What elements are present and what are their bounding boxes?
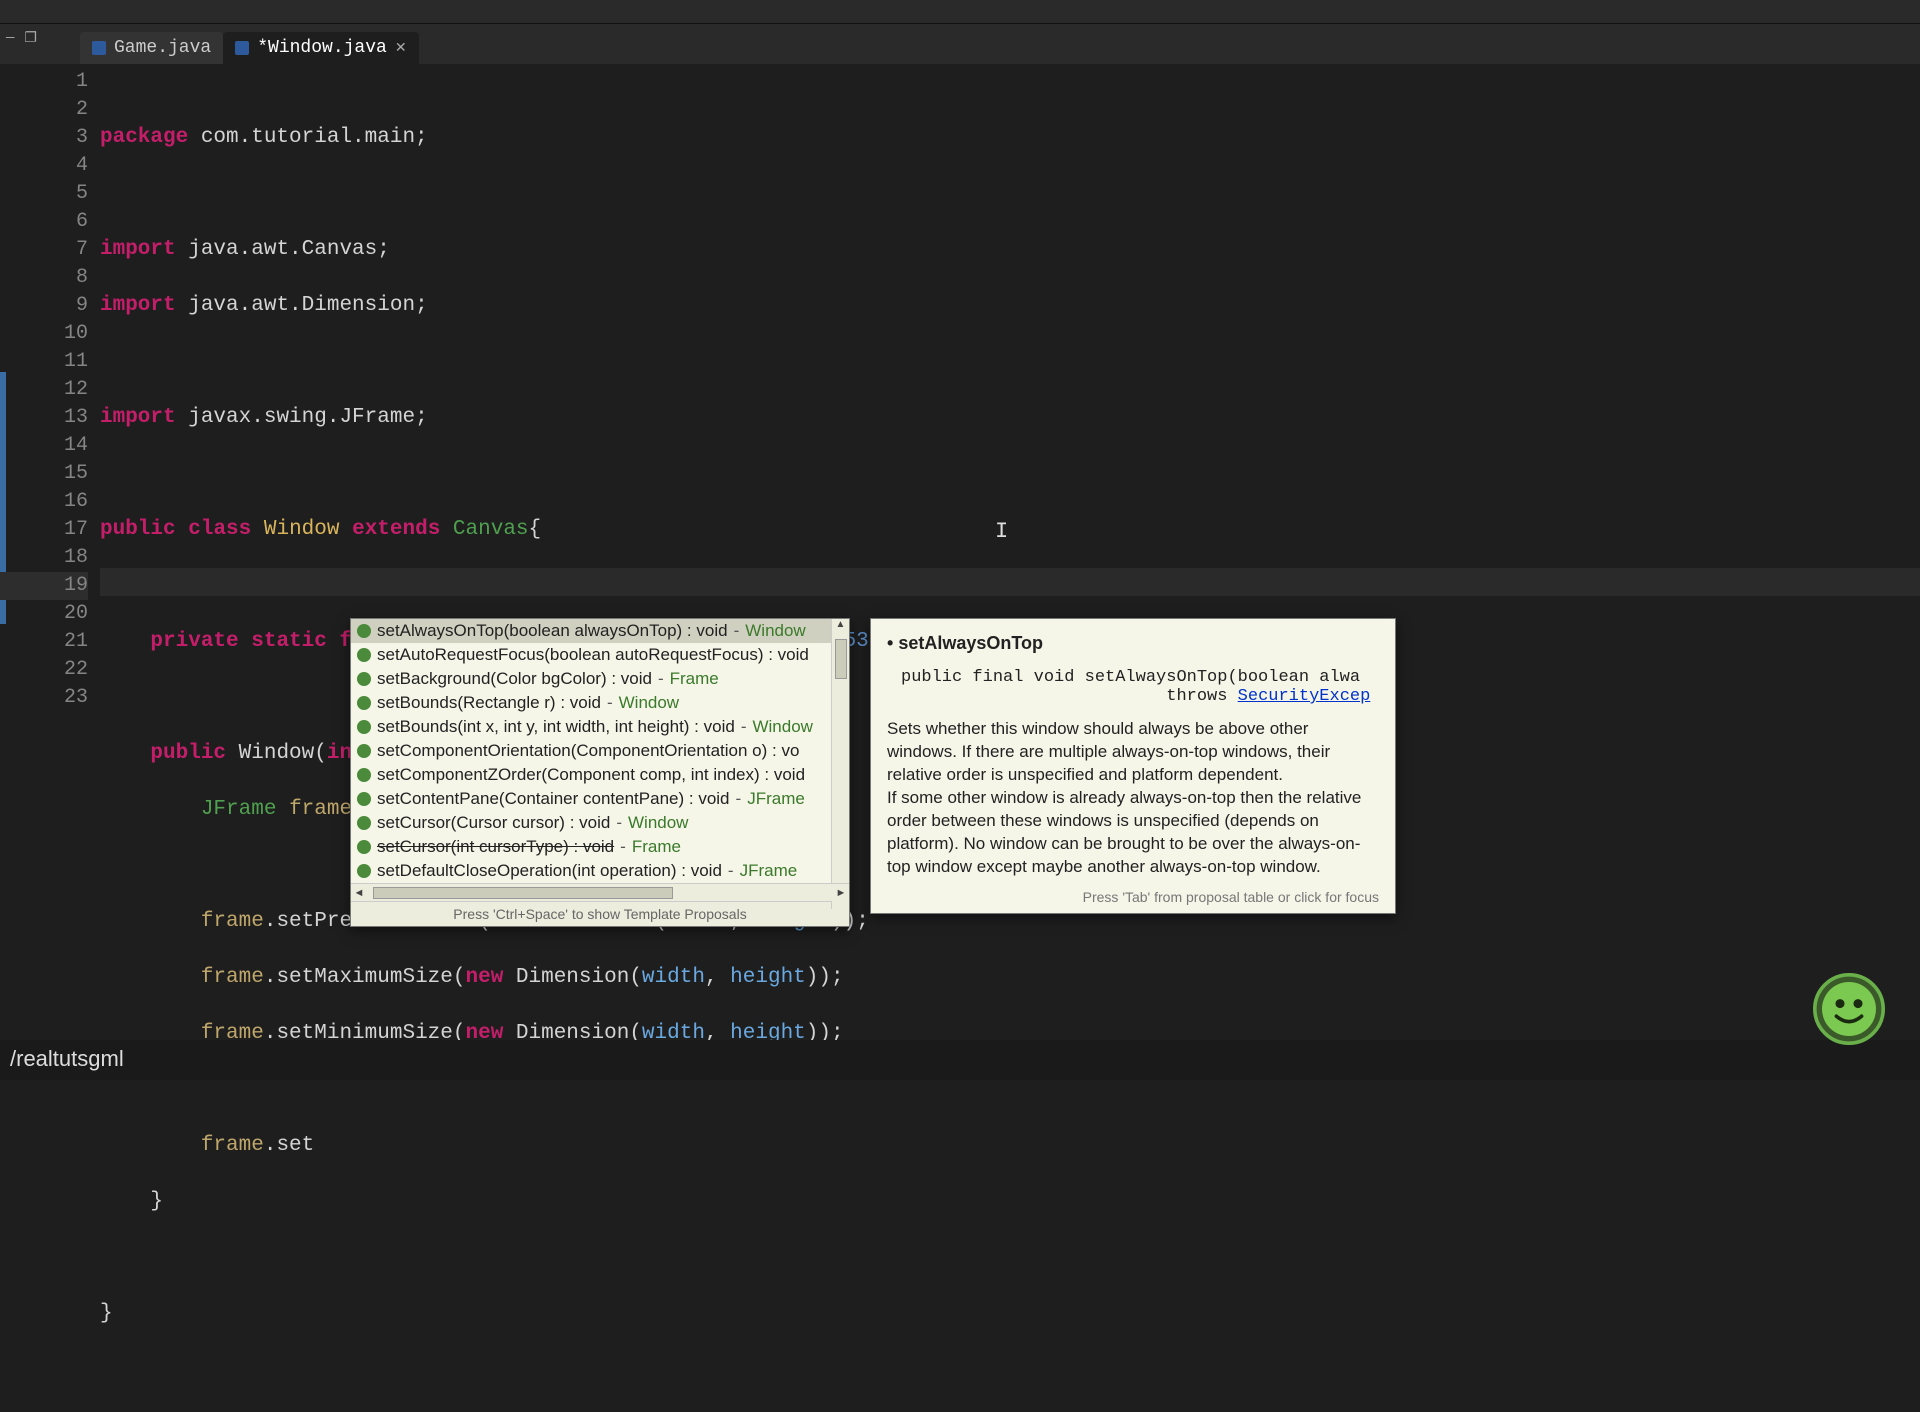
horizontal-scrollbar[interactable]: ◄ ► [351,883,849,901]
completion-origin: Frame [670,669,719,689]
doc-description: Sets whether this window should always b… [887,718,1379,879]
completion-signature: setCursor(Cursor cursor) : void [377,813,610,833]
completion-signature: setContentPane(Container contentPane) : … [377,789,730,809]
javadoc-popup[interactable]: setAlwaysOnTop public final void setAlwa… [870,618,1396,914]
method-icon [357,648,371,662]
method-icon [357,864,371,878]
tab-label: Game.java [114,38,211,58]
completion-signature: setDefaultCloseOperation(int operation) … [377,861,722,881]
completion-item[interactable]: setComponentOrientation(ComponentOrienta… [351,739,849,763]
completion-signature: setComponentZOrder(Component comp, int i… [377,765,805,785]
completion-signature: setAutoRequestFocus(boolean autoRequestF… [377,645,809,665]
tab-bar: Game.java *Window.java ✕ [0,24,1920,64]
completion-item[interactable]: setCursor(int cursorType) : void - Frame [351,835,849,859]
method-icon [357,792,371,806]
method-icon [357,768,371,782]
scroll-thumb[interactable] [373,887,673,899]
completion-signature: setAlwaysOnTop(boolean alwaysOnTop) : vo… [377,621,728,641]
completion-signature: setCursor(int cursorType) : void [377,837,614,857]
mascot-icon [1804,964,1894,1054]
completion-signature: setBounds(int x, int y, int width, int h… [377,717,735,737]
completion-origin: Window [628,813,688,833]
tab-game-java[interactable]: Game.java [80,32,223,64]
line-gutter: 1 2 3 4 5 6 7 8 9 10 11 12 13 14 15 16 1… [0,64,100,1040]
minimize-icon[interactable]: — [6,30,14,47]
completion-item[interactable]: setAutoRequestFocus(boolean autoRequestF… [351,643,849,667]
completion-signature: setBackground(Color bgColor) : void [377,669,652,689]
completion-signature: setComponentOrientation(ComponentOrienta… [377,741,799,761]
completion-origin: Window [619,693,679,713]
restore-icon[interactable]: ❐ [24,30,37,47]
method-icon [357,672,371,686]
method-icon [357,720,371,734]
vertical-scrollbar[interactable]: ▲ ▼ [831,619,849,909]
method-icon [357,840,371,854]
completion-item[interactable]: setBackground(Color bgColor) : void - Fr… [351,667,849,691]
completion-item[interactable]: setCursor(Cursor cursor) : void - Window [351,811,849,835]
close-icon[interactable]: ✕ [395,40,407,57]
completion-item[interactable]: setBounds(Rectangle r) : void - Window [351,691,849,715]
tab-label: *Window.java [257,38,387,58]
status-bar: /realtutsgml [0,1040,1920,1080]
method-icon [357,816,371,830]
java-file-icon [235,41,249,55]
completion-origin: Window [752,717,812,737]
method-icon [357,744,371,758]
autocomplete-popup[interactable]: setAlwaysOnTop(boolean alwaysOnTop) : vo… [350,618,850,927]
doc-signature: public final void setAlwaysOnTop(boolean… [901,668,1379,706]
doc-title: setAlwaysOnTop [887,633,1379,654]
completion-origin: JFrame [740,861,798,881]
status-text: /realtutsgml [10,1046,124,1071]
completion-item[interactable]: setBounds(int x, int y, int width, int h… [351,715,849,739]
completion-origin: Frame [632,837,681,857]
completion-item[interactable]: setContentPane(Container contentPane) : … [351,787,849,811]
scroll-thumb[interactable] [835,639,847,679]
completion-item[interactable]: setAlwaysOnTop(boolean alwaysOnTop) : vo… [351,619,849,643]
doc-hint: Press 'Tab' from proposal table or click… [887,889,1379,905]
completion-item[interactable]: setComponentZOrder(Component comp, int i… [351,763,849,787]
completion-origin: Window [745,621,805,641]
method-icon [357,624,371,638]
completion-item[interactable]: setDefaultCloseOperation(int operation) … [351,859,849,883]
scroll-right-icon[interactable]: ► [833,887,849,899]
completion-signature: setBounds(Rectangle r) : void [377,693,601,713]
tab-window-java[interactable]: *Window.java ✕ [223,32,418,64]
scroll-up-icon[interactable]: ▲ [832,619,849,635]
method-icon [357,696,371,710]
exception-link[interactable]: SecurityExcep [1238,687,1371,706]
scroll-left-icon[interactable]: ◄ [351,887,367,899]
toolbar [0,0,1920,24]
completion-hint: Press 'Ctrl+Space' to show Template Prop… [351,901,849,926]
completion-origin: JFrame [747,789,805,809]
java-file-icon [92,41,106,55]
text-caret-icon: I [995,518,1008,546]
